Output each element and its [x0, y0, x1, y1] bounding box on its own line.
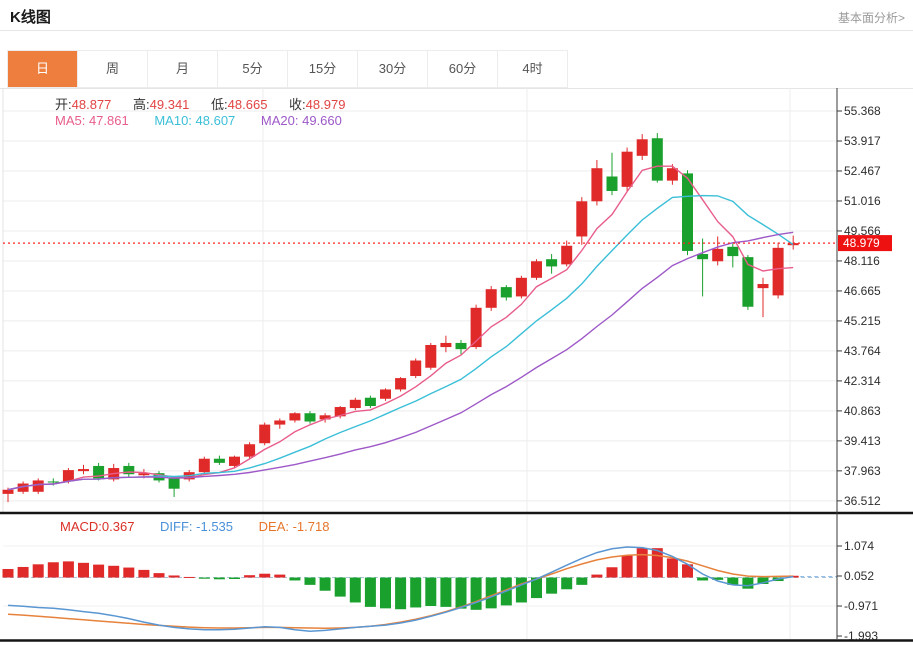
page-title: K线图 — [10, 6, 51, 27]
tab-4hour[interactable]: 4时 — [498, 51, 568, 87]
tab-60min[interactable]: 60分 — [428, 51, 498, 87]
fundamental-analysis-link[interactable]: 基本面分析> — [838, 9, 905, 26]
tab-month[interactable]: 月 — [148, 51, 218, 87]
panel-header: K线图 基本面分析> — [0, 0, 913, 31]
interval-tabs: 日 周 月 5分 15分 30分 60分 4时 — [7, 50, 568, 88]
tab-day[interactable]: 日 — [8, 51, 78, 87]
kline-panel: K线图 基本面分析> 日 周 月 5分 15分 30分 60分 4时 55.36… — [0, 0, 913, 646]
svg-text:40.863: 40.863 — [844, 404, 881, 418]
svg-text:48.979: 48.979 — [843, 236, 880, 250]
svg-text:51.016: 51.016 — [844, 194, 881, 208]
tab-15min[interactable]: 15分 — [288, 51, 358, 87]
svg-text:0.052: 0.052 — [844, 569, 874, 583]
svg-text:48.116: 48.116 — [844, 254, 880, 268]
svg-text:-0.971: -0.971 — [844, 599, 878, 613]
svg-text:1.074: 1.074 — [844, 539, 874, 553]
svg-text:42.314: 42.314 — [844, 374, 881, 388]
candlestick-macd-chart: 55.36853.91752.46751.01649.56648.11646.6… — [0, 88, 913, 646]
svg-text:53.917: 53.917 — [844, 134, 881, 148]
svg-text:-1.993: -1.993 — [844, 629, 878, 643]
chart-area: 55.36853.91752.46751.01649.56648.11646.6… — [0, 88, 913, 646]
svg-text:46.665: 46.665 — [844, 284, 881, 298]
svg-text:39.413: 39.413 — [844, 434, 881, 448]
svg-text:45.215: 45.215 — [844, 314, 881, 328]
tab-week[interactable]: 周 — [78, 51, 148, 87]
tab-5min[interactable]: 5分 — [218, 51, 288, 87]
svg-text:52.467: 52.467 — [844, 164, 881, 178]
svg-text:55.368: 55.368 — [844, 104, 881, 118]
tab-30min[interactable]: 30分 — [358, 51, 428, 87]
svg-text:36.512: 36.512 — [844, 494, 881, 508]
svg-text:37.963: 37.963 — [844, 464, 881, 478]
svg-text:43.764: 43.764 — [844, 344, 881, 358]
